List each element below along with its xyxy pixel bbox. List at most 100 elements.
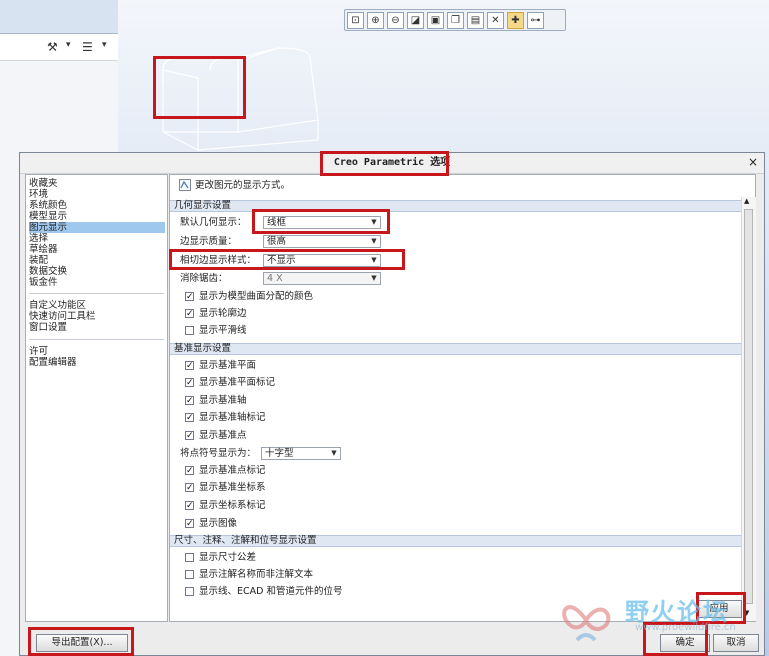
default-display-select[interactable]: 线框 ▼ [263, 216, 381, 229]
option-row[interactable]: ✓ 显示为模型曲面分配的颜色 [170, 290, 470, 303]
checkbox[interactable] [185, 553, 194, 562]
option-row[interactable]: ✓ 显示基准轴标记 [170, 411, 470, 424]
close-icon[interactable]: × [746, 155, 760, 169]
content-scrollbar[interactable]: ▲ ▼ [741, 197, 756, 621]
option-row[interactable]: ✓ 显示轮廓边 [170, 307, 470, 320]
section-datum: 基准显示设置 [170, 343, 746, 355]
default-display-value: 线框 [267, 217, 287, 228]
chevron-down-icon: ▼ [331, 449, 337, 457]
scrollbar-thumb[interactable] [744, 209, 753, 604]
option-row[interactable]: 显示平滑线 [170, 324, 470, 337]
option-label: 显示坐标系标记 [199, 500, 266, 511]
option-label: 显示尺寸公差 [199, 552, 257, 563]
tree-dropdown-icon[interactable]: ▾ [102, 40, 107, 54]
options-content: 更改图元的显示方式。 几何显示设置 默认几何显示： 线框 ▼ 边显示质量： 很高… [169, 174, 756, 622]
tangent-style-select[interactable]: 不显示 ▼ [263, 254, 381, 267]
nav-item-environment[interactable]: 环境 [29, 189, 165, 200]
nav-item-entity-display[interactable]: 图元显示 [29, 222, 165, 233]
datum-display-icon[interactable]: ✕ [487, 11, 504, 29]
option-label: 显示基准平面 [199, 360, 257, 371]
export-config-button[interactable]: 导出配置(X)... [36, 634, 128, 652]
option-row[interactable]: ✓ 显示基准平面标记 [170, 376, 470, 389]
zoom-out-icon[interactable]: ⊖ [387, 11, 404, 29]
nav-item-license[interactable]: 许可 [29, 346, 165, 357]
option-row[interactable]: 显示尺寸公差 [170, 551, 470, 564]
chevron-down-icon: ▼ [371, 218, 377, 226]
settings-icon[interactable]: ⚒ [47, 40, 58, 54]
checkbox[interactable] [185, 587, 194, 596]
default-display-label: 默认几何显示： [180, 217, 247, 228]
option-row[interactable]: ✓ 显示坐标系标记 [170, 499, 470, 512]
option-label: 显示基准轴标记 [199, 412, 266, 423]
spin-center-icon[interactable]: ✚ [507, 11, 524, 29]
checkbox[interactable]: ✓ [185, 413, 194, 423]
checkbox[interactable]: ✓ [185, 396, 194, 406]
checkbox[interactable]: ✓ [185, 519, 194, 529]
entity-display-icon [179, 179, 191, 191]
ribbon-area [0, 0, 118, 34]
option-row[interactable]: ✓ 显示基准点 [170, 429, 470, 442]
checkbox[interactable]: ✓ [185, 466, 194, 476]
checkbox[interactable]: ✓ [185, 431, 194, 441]
saved-orientations-icon[interactable]: ❐ [447, 11, 464, 29]
chevron-down-icon: ▼ [371, 237, 377, 245]
scroll-up-icon[interactable]: ▲ [744, 197, 749, 205]
dialog-title: Creo Parametric 选项 [333, 157, 451, 168]
option-row[interactable]: ✓ 显示基准坐标系 [170, 481, 470, 494]
nav-item-selection[interactable]: 选择 [29, 233, 165, 244]
option-label: 显示注解名称而非注解文本 [199, 569, 314, 580]
section-dimensions: 尺寸、注释、注解和位号显示设置 [170, 535, 746, 547]
nav-item-model-display[interactable]: 模型显示 [29, 211, 165, 222]
nav-item-data-exchange[interactable]: 数据交换 [29, 266, 165, 277]
nav-divider [29, 339, 164, 340]
antialias-label: 消除锯齿： [180, 273, 228, 284]
option-label: 显示基准坐标系 [199, 482, 266, 493]
options-dialog: Creo Parametric 选项 × 收藏夹 环境 系统颜色 模型显示 图元… [19, 152, 765, 656]
checkbox[interactable]: ✓ [185, 501, 194, 511]
settings-dropdown-icon[interactable]: ▾ [66, 40, 71, 54]
checkbox[interactable]: ✓ [185, 361, 194, 371]
option-label: 显示基准点 [199, 430, 247, 441]
zoom-in-icon[interactable]: ⊕ [367, 11, 384, 29]
option-label: 显示图像 [199, 518, 238, 529]
nav-item-window-settings[interactable]: 窗口设置 [29, 322, 165, 333]
edge-quality-select[interactable]: 很高 ▼ [263, 235, 381, 248]
option-row[interactable]: ✓ 显示基准轴 [170, 394, 470, 407]
tree-filter-icon[interactable]: ☰ [82, 40, 93, 54]
option-row[interactable]: ✓ 显示图像 [170, 517, 470, 530]
option-label: 显示基准点标记 [199, 465, 266, 476]
option-row[interactable]: ✓ 显示基准点标记 [170, 464, 470, 477]
option-row[interactable]: ✓ 显示基准平面 [170, 359, 470, 372]
nav-item-config-editor[interactable]: 配置编辑器 [29, 357, 165, 368]
dialog-title-bar[interactable]: Creo Parametric 选项 [20, 153, 764, 174]
zoom-fit-icon[interactable]: ⊡ [347, 11, 364, 29]
watermark-url: www.proewildfire.cn [635, 622, 736, 633]
view-manager-icon[interactable]: ▤ [467, 11, 484, 29]
content-description: 更改图元的显示方式。 [195, 180, 291, 191]
checkbox[interactable] [185, 570, 194, 579]
option-row[interactable]: 显示线、ECAD 和管道元件的位号 [170, 585, 470, 598]
checkbox[interactable]: ✓ [185, 292, 194, 302]
nav-item-favorites[interactable]: 收藏夹 [29, 178, 165, 189]
section-geometry: 几何显示设置 [170, 200, 746, 212]
nav-divider [29, 293, 164, 294]
display-style-icon[interactable]: ▣ [427, 11, 444, 29]
nav-item-sketcher[interactable]: 草绘器 [29, 244, 165, 255]
checkbox[interactable]: ✓ [185, 483, 194, 493]
antialias-select[interactable]: 4 X ▼ [263, 272, 381, 285]
repaint-icon[interactable]: ◪ [407, 11, 424, 29]
point-symbol-value: 十字型 [265, 448, 294, 459]
nav-item-sheetmetal[interactable]: 钣金件 [29, 277, 165, 288]
graphics-toolbar: ⊡ ⊕ ⊖ ◪ ▣ ❐ ▤ ✕ ✚ ⊶ [344, 9, 566, 31]
option-row[interactable]: 显示注解名称而非注解文本 [170, 568, 470, 581]
annotation-display-icon[interactable]: ⊶ [527, 11, 544, 29]
nav-item-assembly[interactable]: 装配 [29, 255, 165, 266]
chevron-down-icon: ▼ [371, 256, 377, 264]
checkbox[interactable]: ✓ [185, 309, 194, 319]
nav-item-system-colors[interactable]: 系统颜色 [29, 200, 165, 211]
nav-item-customize-ribbon[interactable]: 自定义功能区 [29, 300, 165, 311]
checkbox[interactable]: ✓ [185, 378, 194, 388]
nav-item-quick-access[interactable]: 快速访问工具栏 [29, 311, 165, 322]
checkbox[interactable] [185, 326, 194, 335]
point-symbol-select[interactable]: 十字型 ▼ [261, 447, 341, 460]
